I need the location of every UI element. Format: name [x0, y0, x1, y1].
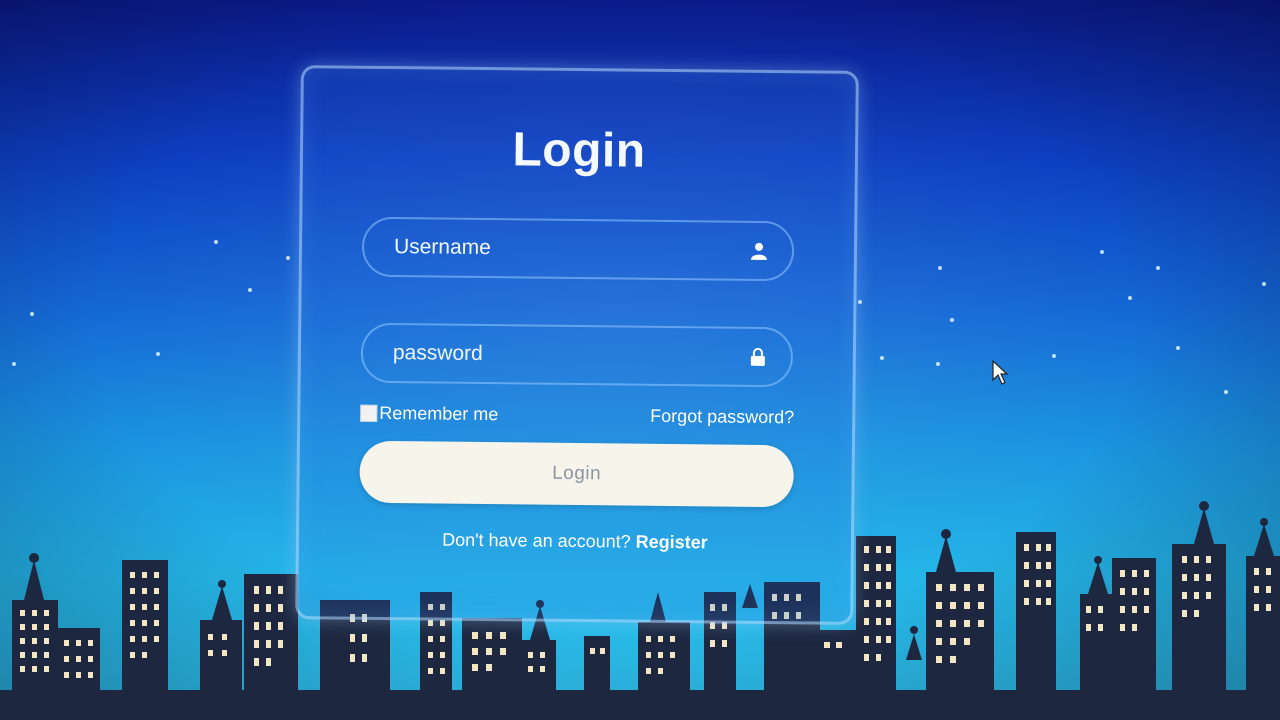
password-input[interactable]: [390, 340, 750, 370]
register-link[interactable]: Register: [636, 532, 708, 553]
star: [858, 300, 862, 304]
star: [1176, 346, 1180, 350]
options-row: Remember me Forgot password?: [360, 403, 794, 429]
star: [1128, 296, 1132, 300]
star: [1052, 354, 1056, 358]
star: [938, 266, 942, 270]
login-button[interactable]: Login: [359, 440, 794, 508]
star: [156, 352, 160, 356]
star: [214, 240, 218, 244]
remember-me-label: Remember me: [379, 402, 499, 425]
password-field[interactable]: [360, 322, 794, 388]
star: [1262, 282, 1266, 286]
star: [248, 288, 252, 292]
username-field[interactable]: [361, 216, 795, 282]
login-card: Login Remember me Forgot password? Login…: [295, 65, 859, 625]
register-line: Don't have an account? Register: [299, 528, 851, 555]
star: [1100, 250, 1104, 254]
star: [936, 362, 940, 366]
star: [880, 356, 884, 360]
star: [286, 256, 290, 260]
forgot-password-link[interactable]: Forgot password?: [650, 406, 794, 429]
login-title: Login: [512, 123, 646, 178]
user-icon: [750, 242, 768, 260]
star: [12, 362, 16, 366]
username-input[interactable]: [391, 234, 751, 264]
remember-me-checkbox[interactable]: [360, 404, 378, 422]
star: [950, 318, 954, 322]
remember-me[interactable]: Remember me: [360, 403, 498, 425]
register-prompt: Don't have an account?: [442, 529, 631, 552]
star: [1156, 266, 1160, 270]
lock-icon: [749, 347, 767, 366]
mouse-pointer-icon: [992, 360, 1008, 385]
star: [1224, 390, 1228, 394]
star: [30, 312, 34, 316]
